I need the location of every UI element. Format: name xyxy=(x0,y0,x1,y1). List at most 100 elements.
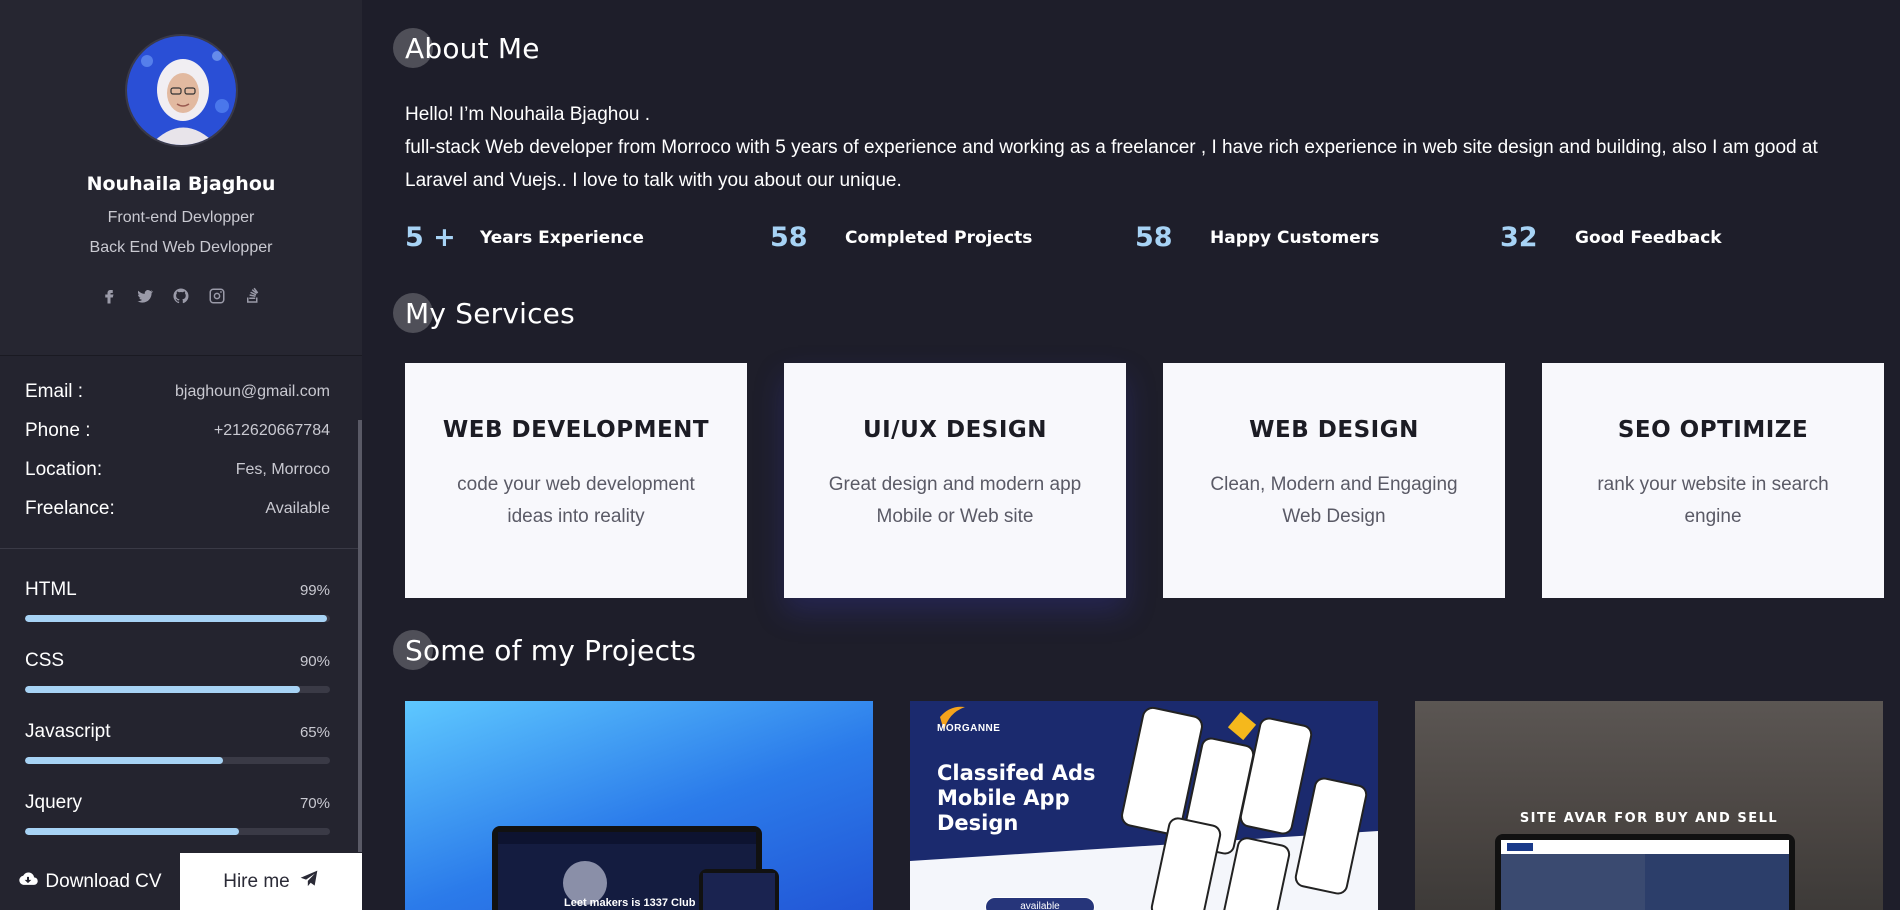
cloud-download-icon xyxy=(18,869,39,895)
info-label: Freelance: xyxy=(25,497,115,519)
service-card-ui-ux-design[interactable]: UI/UX DESIGN Great design and modern app… xyxy=(784,363,1126,598)
main-content: About Me Hello! I’m Nouhaila Bjaghou . f… xyxy=(393,0,1900,910)
skill-item: CSS 90% xyxy=(25,650,330,693)
stat-label: Years Experience xyxy=(480,228,644,248)
stat-label: Good Feedback xyxy=(1575,228,1722,248)
cv-actions: Download CV Hire me xyxy=(0,853,362,910)
download-cv-label: Download CV xyxy=(45,870,162,892)
info-row-phone: Phone : +212620667784 xyxy=(25,411,330,450)
service-title: SEO OPTIMIZE xyxy=(1617,417,1809,443)
project-card-classified-ads[interactable]: MORGANNE Classifed Ads Mobile App Design… xyxy=(910,701,1378,910)
project-caption: Leet makers is 1337 Club xyxy=(564,897,696,909)
contact-info: Email : bjaghoun@gmail.com Phone : +2126… xyxy=(0,355,362,549)
projects-title: Some of my Projects xyxy=(393,630,696,670)
project-card-leet-makers[interactable]: Leet makers is 1337 Club xyxy=(405,701,873,910)
skill-name: Javascript xyxy=(25,721,111,742)
hire-me-label: Hire me xyxy=(223,870,290,892)
sidebar-scrollbar-thumb[interactable] xyxy=(358,420,362,852)
laptop-mockup-image xyxy=(492,826,779,910)
profile-role: Back End Web Devlopper xyxy=(89,239,273,256)
laptop-mockup-image xyxy=(1495,834,1795,910)
stat-item: 58 Completed Projects xyxy=(770,222,1135,253)
info-label: Email : xyxy=(25,380,84,402)
service-card-web-design[interactable]: WEB DESIGN Clean, Modern and Engaging We… xyxy=(1163,363,1505,598)
avatar xyxy=(124,34,238,147)
skill-item: Javascript 65% xyxy=(25,721,330,764)
about-body: full-stack Web developer from Morroco wi… xyxy=(405,137,1818,191)
instagram-icon[interactable] xyxy=(208,287,226,305)
service-title: WEB DESIGN xyxy=(1249,417,1419,443)
stackoverflow-icon[interactable] xyxy=(244,287,262,305)
services-title: My Services xyxy=(393,293,575,333)
skill-name: CSS xyxy=(25,650,65,671)
title-dot-decoration xyxy=(393,28,433,68)
info-value: Available xyxy=(265,499,330,517)
about-title: About Me xyxy=(393,28,540,68)
skill-percent: 70% xyxy=(299,794,330,812)
service-card-seo-optimize[interactable]: SEO OPTIMIZE rank your website in search… xyxy=(1542,363,1884,598)
about-greeting: Hello! I’m Nouhaila Bjaghou . xyxy=(405,104,651,125)
stat-label: Happy Customers xyxy=(1210,228,1380,248)
info-label: Phone : xyxy=(25,419,91,441)
skills-list: HTML 99% CSS 90% Javascript 65% Jquery 7… xyxy=(0,549,362,835)
stat-item: 5 + Years Experience xyxy=(405,222,770,253)
title-dot-decoration xyxy=(393,630,433,670)
service-card-web-development[interactable]: WEB DEVELOPMENT code your web developmen… xyxy=(405,363,747,598)
stat-label: Completed Projects xyxy=(845,228,1033,248)
download-cv-button[interactable]: Download CV xyxy=(0,853,180,910)
projects-grid: Leet makers is 1337 Club MORGANNE Classi… xyxy=(405,701,1883,910)
twitter-icon[interactable] xyxy=(136,287,154,305)
service-description: Clean, Modern and Engaging Web Design xyxy=(1210,474,1458,527)
skill-percent: 65% xyxy=(299,723,330,741)
skill-name: HTML xyxy=(25,579,77,600)
stat-value: 32 xyxy=(1500,222,1538,253)
stat-value: 58 xyxy=(770,222,808,253)
facebook-icon[interactable] xyxy=(100,287,118,305)
skill-progress-bar xyxy=(25,686,330,693)
skill-progress-fill xyxy=(25,686,300,693)
info-row-email: Email : bjaghoun@gmail.com xyxy=(25,372,330,411)
skill-percent: 99% xyxy=(299,581,330,599)
hire-me-button[interactable]: Hire me xyxy=(180,853,362,910)
service-title: UI/UX DESIGN xyxy=(862,417,1048,443)
skill-item: Jquery 70% xyxy=(25,792,330,835)
service-description: Great design and modern app Mobile or We… xyxy=(828,474,1082,527)
project-title: Classifed Ads Mobile App Design xyxy=(937,761,1096,835)
project-badge: available xyxy=(985,897,1095,910)
social-links xyxy=(0,287,362,305)
profile-name: Nouhaila Bjaghou xyxy=(86,173,276,195)
project-brand: MORGANNE xyxy=(937,723,1001,734)
services-grid: WEB DEVELOPMENT code your web developmen… xyxy=(405,363,1884,598)
skill-progress-fill xyxy=(25,828,239,835)
service-description: code your web development ideas into rea… xyxy=(457,474,695,527)
info-label: Location: xyxy=(25,458,103,480)
project-card-site-avar[interactable]: SITE AVAR FOR BUY AND SELL xyxy=(1415,701,1883,910)
stat-item: 32 Good Feedback xyxy=(1500,222,1865,253)
about-text: Hello! I’m Nouhaila Bjaghou . full-stack… xyxy=(405,98,1885,197)
stat-value: 5 + xyxy=(405,222,456,253)
info-row-location: Location: Fes, Morroco xyxy=(25,450,330,489)
skill-progress-bar xyxy=(25,757,330,764)
skill-name: Jquery xyxy=(25,792,83,813)
skill-progress-fill xyxy=(25,615,327,622)
info-value: +212620667784 xyxy=(213,421,330,439)
skill-progress-bar xyxy=(25,828,330,835)
stat-value: 58 xyxy=(1135,222,1173,253)
skill-item: HTML 99% xyxy=(25,579,330,622)
info-value: Fes, Morroco xyxy=(235,460,330,478)
skill-progress-bar xyxy=(25,615,330,622)
title-dot-decoration xyxy=(393,293,433,333)
service-description: rank your website in search engine xyxy=(1597,474,1829,527)
skill-progress-fill xyxy=(25,757,224,764)
info-value: bjaghoun@gmail.com xyxy=(175,382,330,400)
sidebar: Nouhaila Bjaghou Front-end Devlopper Bac… xyxy=(0,0,362,910)
stat-item: 58 Happy Customers xyxy=(1135,222,1500,253)
github-icon[interactable] xyxy=(172,287,190,305)
skill-percent: 90% xyxy=(299,652,330,670)
profile-role: Front-end Devlopper xyxy=(107,209,255,226)
paper-plane-icon xyxy=(299,869,319,895)
stats-row: 5 + Years Experience 58 Completed Projec… xyxy=(405,222,1865,253)
info-row-freelance: Freelance: Available xyxy=(25,489,330,528)
service-title: WEB DEVELOPMENT xyxy=(442,417,710,443)
profile-card: Nouhaila Bjaghou Front-end Devlopper Bac… xyxy=(0,0,362,355)
